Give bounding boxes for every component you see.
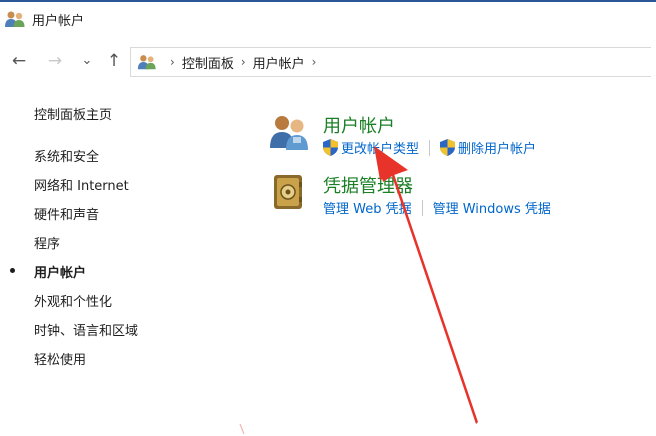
annotation-arrow	[239, 146, 478, 435]
